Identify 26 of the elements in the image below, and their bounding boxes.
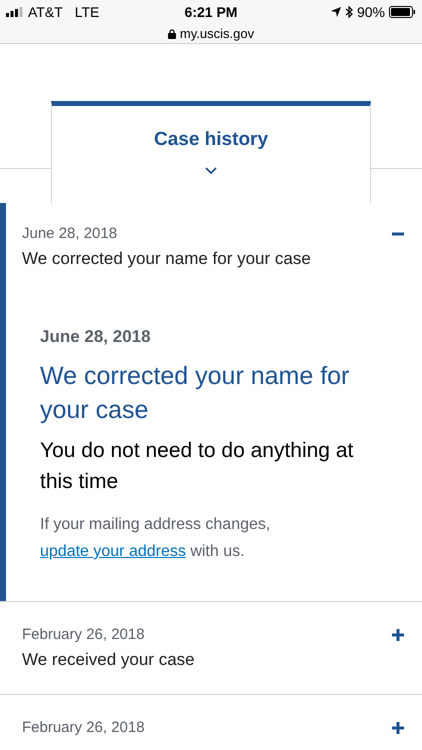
detail-heading: We corrected your name for your case <box>40 361 350 426</box>
signal-icon <box>6 7 24 17</box>
history-date: February 26, 2018 <box>22 719 145 737</box>
bluetooth-icon <box>344 6 353 18</box>
case-history-tab[interactable]: Case history <box>51 101 371 203</box>
history-date: February 26, 2018 <box>22 626 145 644</box>
detail-subheading: You do not need to do anything at this time <box>40 438 354 495</box>
history-title: We received your case <box>22 649 196 671</box>
url-label: my.uscis.gov <box>180 25 254 43</box>
chevron-down-icon <box>205 166 217 174</box>
lock-icon <box>168 28 176 39</box>
expand-button[interactable] <box>390 720 406 736</box>
carrier-label: AT&T <box>28 2 63 22</box>
address-note: If your mailing address changes, update your address with us. <box>40 515 272 562</box>
location-arrow-icon <box>330 7 341 17</box>
expand-button[interactable] <box>390 627 406 643</box>
battery-percent: 90% <box>356 2 385 22</box>
clock-label: 6:21 PM <box>184 2 238 22</box>
update-address-link[interactable]: update your address <box>40 543 186 560</box>
plus-icon <box>391 628 405 642</box>
network-label: LTE <box>74 2 100 22</box>
history-title: We corrected your name for your case <box>22 248 312 270</box>
battery-icon <box>389 6 416 18</box>
plus-icon <box>391 721 405 735</box>
history-date: June 28, 2018 <box>22 225 118 243</box>
detail-date: June 28, 2018 <box>40 327 152 347</box>
